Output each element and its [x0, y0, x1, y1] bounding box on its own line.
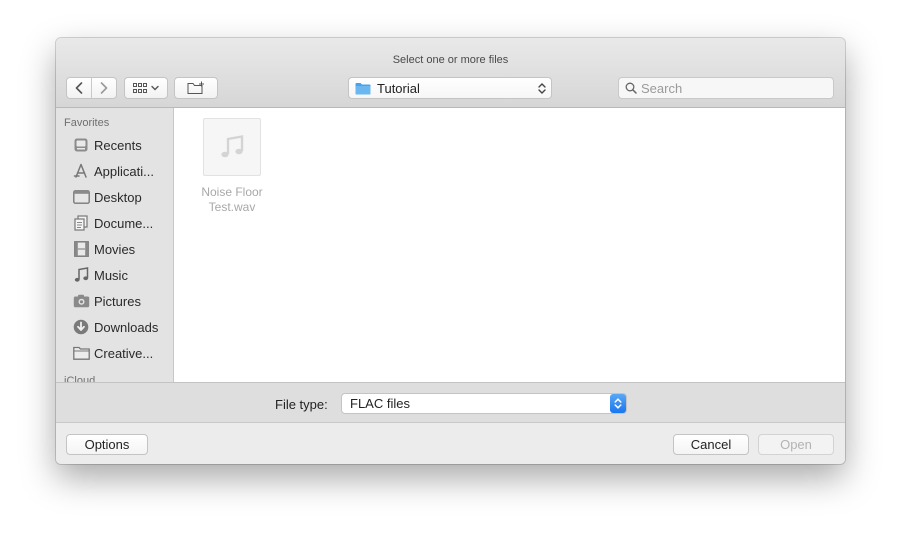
chevron-left-icon — [75, 82, 83, 94]
button-bar: Options Cancel Open — [56, 423, 845, 464]
movies-icon — [72, 240, 90, 258]
file-name-line: Test.wav — [208, 200, 256, 214]
sidebar-heading-icloud: iCloud — [64, 375, 96, 382]
file-name-line: Noise Floor — [201, 185, 263, 199]
sidebar-item-recents[interactable]: Recents — [72, 134, 172, 156]
file-type-accessory: File type: FLAC files — [56, 382, 845, 423]
sidebar-item-applications[interactable]: Applicati... — [72, 160, 172, 182]
music-icon — [72, 266, 90, 284]
file-type-label: File type: — [275, 397, 328, 412]
sidebar-heading-favorites: Favorites — [64, 117, 110, 129]
view-options-button[interactable] — [124, 77, 168, 99]
forward-button[interactable] — [91, 78, 116, 98]
back-button[interactable] — [67, 78, 91, 98]
applications-icon — [72, 162, 90, 180]
documents-icon — [72, 214, 90, 232]
file-name: Noise Floor Test.wav — [187, 185, 277, 215]
search-input[interactable] — [641, 80, 821, 96]
sidebar-item-label: Music — [94, 267, 128, 283]
toolbar: Select one or more files Tutorial Search — [56, 38, 845, 108]
window-title: Select one or more files — [392, 54, 509, 66]
sidebar-item-music[interactable]: Music — [72, 264, 172, 286]
up-down-chevron-icon — [538, 82, 546, 94]
options-button[interactable]: Options — [66, 434, 148, 455]
sidebar-item-documents[interactable]: Docume... — [72, 212, 172, 234]
chevron-down-icon — [151, 85, 159, 91]
file-type-value: FLAC files — [350, 396, 410, 411]
new-folder-button[interactable] — [174, 77, 218, 99]
chevron-right-icon — [100, 82, 108, 94]
file-type-popup[interactable]: FLAC files — [341, 393, 627, 414]
sidebar: Favorites Recents Applicati... Desktop D… — [56, 108, 174, 382]
pictures-icon — [72, 292, 90, 310]
sidebar-item-label: Pictures — [94, 293, 141, 309]
cancel-button[interactable]: Cancel — [673, 434, 749, 455]
file-item: Noise Floor Test.wav — [194, 118, 270, 215]
up-down-chevron-icon — [610, 394, 626, 413]
sidebar-item-label: Docume... — [94, 215, 154, 231]
folder-icon — [72, 344, 90, 362]
location-label: Tutorial — [377, 80, 420, 96]
downloads-icon — [72, 318, 90, 336]
new-folder-icon — [187, 81, 204, 94]
sidebar-item-creative[interactable]: Creative... — [72, 342, 172, 364]
icon-grid-view-icon — [133, 83, 147, 93]
folder-icon — [355, 82, 371, 94]
open-button[interactable]: Open — [758, 434, 834, 455]
desktop-icon — [72, 188, 90, 206]
file-browser: Noise Floor Test.wav — [174, 108, 845, 382]
location-popup[interactable]: Tutorial — [348, 77, 552, 99]
file-open-dialog: Select one or more files Tutorial Search… — [56, 38, 845, 464]
search-icon — [625, 82, 637, 94]
navigation-buttons — [66, 77, 117, 99]
sidebar-item-label: Movies — [94, 241, 136, 257]
sidebar-item-movies[interactable]: Movies — [72, 238, 172, 260]
sidebar-item-downloads[interactable]: Downloads — [72, 316, 172, 338]
sidebar-item-label: Desktop — [94, 189, 142, 205]
search-field[interactable] — [618, 77, 834, 99]
sidebar-item-label: Applicati... — [94, 163, 154, 179]
sidebar-item-pictures[interactable]: Pictures — [72, 290, 172, 312]
sidebar-item-label: Recents — [94, 137, 142, 153]
recents-icon — [72, 136, 90, 154]
sidebar-item-label: Creative... — [94, 345, 154, 361]
audio-file-icon — [203, 118, 261, 176]
sidebar-item-desktop[interactable]: Desktop — [72, 186, 172, 208]
sidebar-item-label: Downloads — [94, 319, 159, 335]
